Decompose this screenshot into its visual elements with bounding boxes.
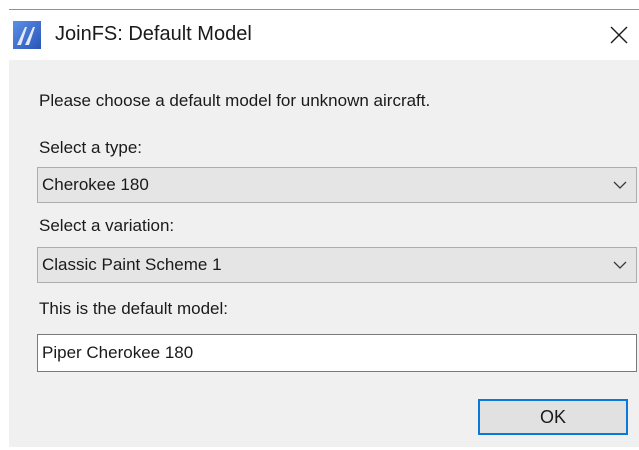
chevron-down-icon xyxy=(613,181,627,189)
variation-label: Select a variation: xyxy=(39,216,175,235)
ok-button[interactable]: OK xyxy=(478,399,628,435)
joinfs-app-icon xyxy=(13,21,41,49)
chevron-down-icon xyxy=(613,261,627,269)
window-title: JoinFS: Default Model xyxy=(55,23,252,45)
default-model-field[interactable]: Piper Cherokee 180 xyxy=(37,334,637,372)
instruction-text: Please choose a default model for unknow… xyxy=(39,91,431,110)
model-label: This is the default model: xyxy=(39,299,228,318)
default-model-dialog: JoinFS: Default Model Please choose a de… xyxy=(9,9,639,447)
type-select[interactable]: Cherokee 180 xyxy=(37,167,637,203)
type-label: Select a type: xyxy=(39,138,143,157)
close-button[interactable] xyxy=(599,16,639,54)
type-select-value: Cherokee 180 xyxy=(42,175,149,194)
close-icon xyxy=(610,26,628,44)
title-bar[interactable]: JoinFS: Default Model xyxy=(9,10,639,60)
variation-select-value: Classic Paint Scheme 1 xyxy=(42,255,222,274)
default-model-value: Piper Cherokee 180 xyxy=(42,343,194,362)
variation-select[interactable]: Classic Paint Scheme 1 xyxy=(37,247,637,283)
